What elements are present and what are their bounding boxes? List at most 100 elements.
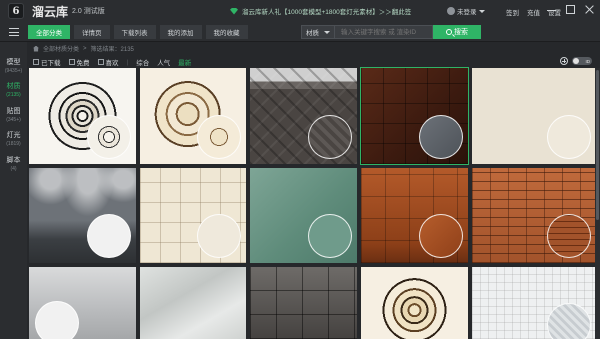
sidebar-item-textures[interactable]: 贴图 (345+) <box>0 106 27 123</box>
material-grid <box>29 67 600 339</box>
app-version: 2.0 测试版 <box>72 8 105 15</box>
material-thumbnail[interactable] <box>140 168 246 263</box>
material-preview-sphere <box>87 115 131 159</box>
filter-label: 已下载 <box>41 60 61 67</box>
search-bar: 材质 搜索 <box>301 25 481 39</box>
material-preview-sphere <box>547 115 591 159</box>
sidebar-item-count: (9435+) <box>4 68 23 74</box>
material-thumbnail[interactable] <box>361 267 468 339</box>
material-thumbnail[interactable] <box>250 168 357 263</box>
grid-scrollbar[interactable] <box>595 68 600 339</box>
material-thumbnail[interactable] <box>29 267 136 339</box>
search-button-label: 搜索 <box>454 29 468 36</box>
material-thumbnail[interactable] <box>140 68 246 164</box>
sidebar-item-label: 脚本 <box>6 157 21 164</box>
user-login[interactable]: 未登录 <box>447 6 485 16</box>
material-thumbnail[interactable] <box>250 68 357 164</box>
material-thumbnail[interactable] <box>140 267 246 339</box>
sort-newest[interactable]: 最新 <box>178 57 191 67</box>
material-preview-sphere <box>197 214 241 258</box>
view-controls: ID <box>560 57 592 65</box>
avatar-icon <box>447 7 455 15</box>
material-thumbnail[interactable] <box>472 68 596 164</box>
material-preview-sphere <box>419 115 463 159</box>
tab-details[interactable]: 详情页 <box>74 25 110 39</box>
search-scope-value: 材质 <box>306 30 319 37</box>
gem-icon <box>230 7 238 15</box>
tab-favorites[interactable]: 我的收藏 <box>205 25 248 39</box>
main-tabs: 全部分类 详情页 下载列表 我的添加 我的收藏 <box>28 25 248 39</box>
sidebar-item-count: (1819) <box>6 141 21 147</box>
sidebar-item-materials[interactable]: 材质 (2135) <box>0 81 27 98</box>
sidebar-item-count: (345+) <box>6 117 21 123</box>
app-name: 溜云库 <box>32 4 69 19</box>
id-toggle[interactable]: ID <box>572 57 592 65</box>
filter-liked[interactable]: 喜欢 <box>97 57 119 67</box>
material-thumbnail[interactable] <box>250 267 357 339</box>
material-preview-sphere <box>35 301 79 339</box>
material-preview-sphere <box>308 214 352 258</box>
checkbox-icon[interactable] <box>33 59 39 65</box>
material-preview-sphere <box>197 115 241 159</box>
category-sidebar: 模型 (9435+) 材质 (2135) 贴图 (345+) 灯光 (1819)… <box>0 42 27 339</box>
material-thumbnail[interactable] <box>29 168 136 263</box>
breadcrumb-separator: > <box>83 45 87 52</box>
nav-bar: 全部分类 详情页 下载列表 我的添加 我的收藏 材质 搜索 <box>0 22 600 42</box>
app-window: 6 溜云库 2.0 测试版 溜云库新人礼【1000套模型+1800套灯光素材】＞… <box>0 0 600 339</box>
breadcrumb-root[interactable]: 全部材质分类 <box>43 44 79 53</box>
maximize-icon[interactable] <box>566 5 575 14</box>
scrollbar-thumb[interactable] <box>596 70 599 220</box>
user-status[interactable]: 未登录 <box>457 6 477 16</box>
sidebar-item-label: 材质 <box>6 83 21 90</box>
tab-my-added[interactable]: 我的添加 <box>159 25 202 39</box>
tab-downloads[interactable]: 下载列表 <box>113 25 156 39</box>
material-thumbnail[interactable] <box>360 67 469 165</box>
window-controls <box>547 5 594 14</box>
recharge-link[interactable]: 充值 <box>527 7 540 17</box>
material-preview-sphere <box>547 214 591 258</box>
sidebar-item-label: 模型 <box>6 59 21 66</box>
promo-banner[interactable]: 溜云库新人礼【1000套模型+1800套灯光素材】＞＞翻此签 <box>230 6 411 16</box>
sidebar-item-models[interactable]: 模型 (9435+) <box>0 57 27 74</box>
chevron-down-icon <box>478 9 485 13</box>
filter-downloaded[interactable]: 已下载 <box>33 57 61 67</box>
add-icon[interactable] <box>560 57 568 65</box>
chevron-down-icon <box>324 30 330 34</box>
material-preview-sphere <box>547 303 591 339</box>
material-thumbnail[interactable] <box>29 68 136 164</box>
search-icon <box>446 29 452 35</box>
sidebar-item-lights[interactable]: 灯光 (1819) <box>0 130 27 147</box>
material-thumbnail[interactable] <box>472 267 596 339</box>
sort-popularity[interactable]: 人气 <box>157 57 170 67</box>
search-button[interactable]: 搜索 <box>433 25 481 39</box>
minimize-icon[interactable] <box>547 5 556 14</box>
filter-label: 免费 <box>76 60 90 67</box>
tab-all-categories[interactable]: 全部分类 <box>28 25 70 39</box>
breadcrumb-result-count: 筛选结果：2135 <box>90 47 134 53</box>
material-thumbnail[interactable] <box>472 168 596 263</box>
checkbox-icon[interactable] <box>68 59 75 65</box>
sidebar-item-count: (4) <box>10 166 17 172</box>
filter-divider: | <box>126 58 129 66</box>
checkbox-icon[interactable] <box>97 59 104 65</box>
search-input[interactable] <box>335 25 433 39</box>
title-bar: 6 溜云库 2.0 测试版 溜云库新人礼【1000套模型+1800套灯光素材】＞… <box>0 0 600 22</box>
app-logo-icon: 6 <box>8 3 24 19</box>
sort-comprehensive[interactable]: 综合 <box>136 57 149 67</box>
promo-text[interactable]: 溜云库新人礼【1000套模型+1800套灯光素材】＞＞翻此签 <box>242 6 411 16</box>
checkin-link[interactable]: 签到 <box>506 7 519 17</box>
sidebar-item-label: 灯光 <box>6 132 21 139</box>
filter-bar: 已下载 免费 喜欢 | 综合 人气 最新 <box>33 57 191 67</box>
sidebar-item-count: (2135) <box>6 92 21 98</box>
sidebar-item-scripts[interactable]: 脚本 (4) <box>0 155 27 172</box>
material-preview-sphere <box>419 214 463 258</box>
breadcrumb: 全部材质分类 > 筛选结果：2135 <box>33 44 134 53</box>
menu-icon[interactable] <box>9 28 19 36</box>
material-thumbnail[interactable] <box>361 168 468 263</box>
search-scope-select[interactable]: 材质 <box>301 25 335 39</box>
home-icon[interactable] <box>33 45 39 52</box>
filter-label: 喜欢 <box>105 60 119 67</box>
filter-free[interactable]: 免费 <box>68 57 90 67</box>
close-icon[interactable] <box>585 5 594 14</box>
material-preview-sphere <box>308 115 352 159</box>
